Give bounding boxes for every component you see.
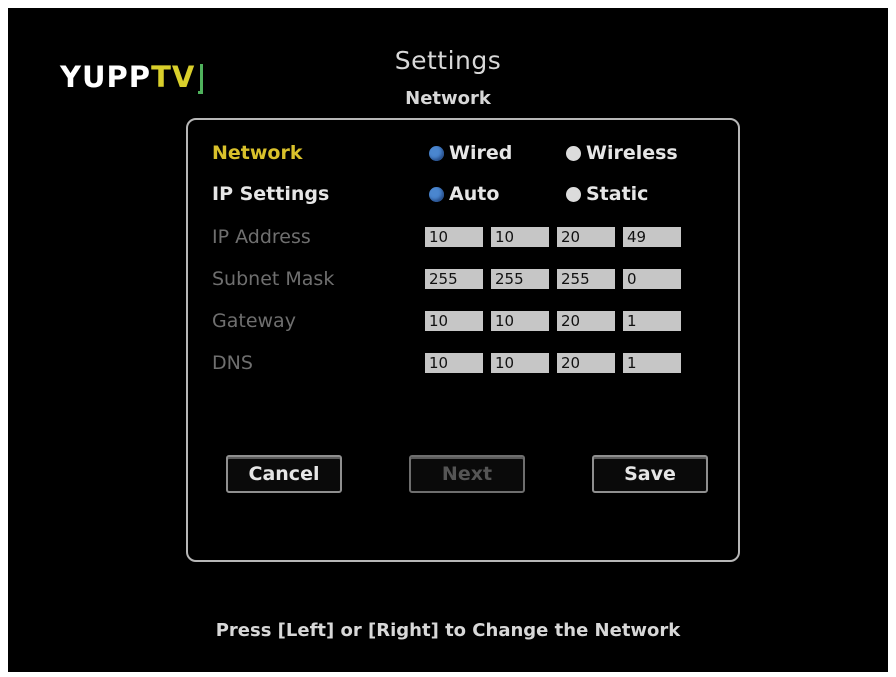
ip-address-label: IP Address bbox=[212, 226, 311, 248]
ip-address-octet-4[interactable]: 49 bbox=[623, 227, 681, 247]
radio-static[interactable]: Static bbox=[566, 183, 648, 205]
next-button[interactable]: Next bbox=[409, 455, 525, 493]
page-subtitle: Network bbox=[405, 88, 491, 109]
subnet-mask-octet-2[interactable]: 255 bbox=[491, 269, 549, 289]
gateway-octet-2[interactable]: 10 bbox=[491, 311, 549, 331]
radio-wired[interactable]: Wired bbox=[429, 142, 512, 164]
save-button[interactable]: Save bbox=[592, 455, 708, 493]
gateway-label: Gateway bbox=[212, 310, 296, 332]
cancel-button[interactable]: Cancel bbox=[226, 455, 342, 493]
gateway-octet-1[interactable]: 10 bbox=[425, 311, 483, 331]
footer-hint: Press [Left] or [Right] to Change the Ne… bbox=[215, 620, 681, 641]
dns-octet-1[interactable]: 10 bbox=[425, 353, 483, 373]
ip-address-octet-2[interactable]: 10 bbox=[491, 227, 549, 247]
subnet-mask-octet-4[interactable]: 0 bbox=[623, 269, 681, 289]
radio-selected-icon bbox=[429, 186, 444, 202]
radio-wireless-label: Wireless bbox=[586, 142, 678, 164]
subnet-mask-octet-3[interactable]: 255 bbox=[557, 269, 615, 289]
gateway-octet-4[interactable]: 1 bbox=[623, 311, 681, 331]
radio-unselected-icon bbox=[566, 186, 581, 202]
radio-selected-icon bbox=[429, 145, 444, 161]
ip-settings-label: IP Settings bbox=[212, 183, 330, 205]
subnet-mask-octet-1[interactable]: 255 bbox=[425, 269, 483, 289]
radio-static-label: Static bbox=[586, 183, 649, 205]
dns-octet-3[interactable]: 20 bbox=[557, 353, 615, 373]
ip-address-octet-3[interactable]: 20 bbox=[557, 227, 615, 247]
dns-label: DNS bbox=[212, 352, 253, 374]
subnet-mask-label: Subnet Mask bbox=[212, 268, 335, 290]
tv-screen: YUPP TV Settings Network Network Wired Wi… bbox=[8, 8, 888, 672]
dns-octet-2[interactable]: 10 bbox=[491, 353, 549, 373]
radio-unselected-icon bbox=[566, 145, 581, 161]
ip-address-octet-1[interactable]: 10 bbox=[425, 227, 483, 247]
radio-auto[interactable]: Auto bbox=[429, 183, 499, 205]
page-title: Settings bbox=[394, 46, 502, 75]
radio-auto-label: Auto bbox=[449, 183, 500, 205]
network-label: Network bbox=[212, 142, 303, 164]
gateway-octet-3[interactable]: 20 bbox=[557, 311, 615, 331]
dns-octet-4[interactable]: 1 bbox=[623, 353, 681, 373]
radio-wired-label: Wired bbox=[449, 142, 513, 164]
radio-wireless[interactable]: Wireless bbox=[566, 142, 678, 164]
